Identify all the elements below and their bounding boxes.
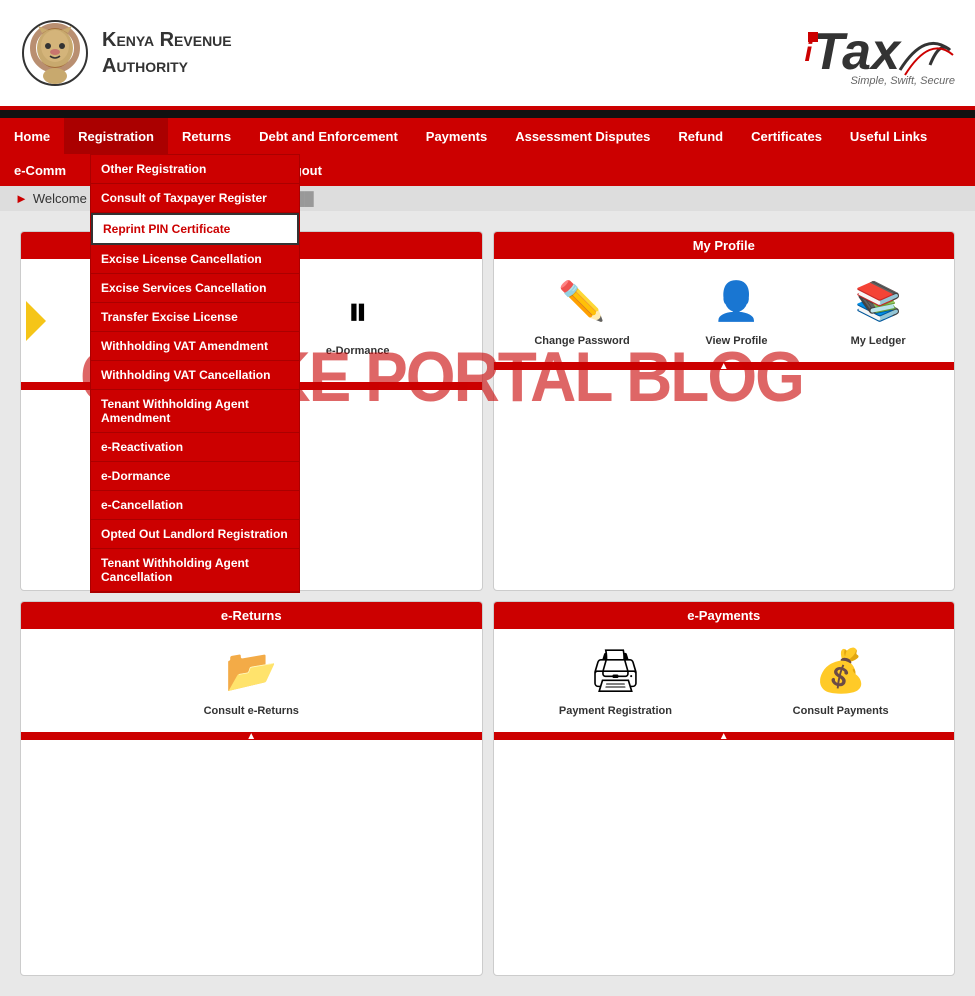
nav-assessment[interactable]: Assessment Disputes (501, 118, 664, 154)
dropdown-excise-license[interactable]: Excise License Cancellation (91, 245, 299, 274)
ereturns-card: e-Returns 📂 Consult e-Returns (20, 601, 483, 976)
nav-debt[interactable]: Debt and Enforcement (245, 118, 412, 154)
change-password-label: Change Password (534, 335, 629, 347)
nav-refund[interactable]: Refund (664, 118, 737, 154)
epayments-footer (494, 732, 955, 740)
dash-consult-payments[interactable]: 💰 Consult Payments (793, 644, 889, 717)
consult-returns-label: Consult e-Returns (204, 705, 299, 717)
dash-consult-returns[interactable]: 📂 Consult e-Returns (204, 644, 299, 717)
dropdown-e-reactivation[interactable]: e-Reactivation (91, 433, 299, 462)
edormance-label: e-Dormance (326, 345, 390, 357)
nav-container: Home Registration Returns Debt and Enfor… (0, 118, 975, 186)
dropdown-withholding-vat-cancel[interactable]: Withholding VAT Cancellation (91, 361, 299, 390)
nav-home[interactable]: Home (0, 118, 64, 154)
ereturns-body: 📂 Consult e-Returns (21, 629, 482, 732)
myprofile-card: My Profile ✏️ Change Password 👤 View Pro… (493, 231, 956, 591)
payment-registration-label: Payment Registration (559, 705, 672, 717)
view-profile-icon: 👤 (709, 274, 764, 329)
dropdown-reprint-pin[interactable]: Reprint PIN Certificate (91, 213, 299, 245)
welcome-label: Welcome (33, 191, 87, 206)
dropdown-other-reg[interactable]: Other Registration (91, 155, 299, 184)
dropdown-tenant-amend[interactable]: Tenant Withholding Agent Amendment (91, 390, 299, 433)
dropdown-tenant-cancel[interactable]: Tenant Withholding Agent Cancellation (91, 549, 299, 592)
epayments-body: 🖨 Payment Registration 💰 Consult Payment… (494, 629, 955, 732)
change-password-icon: ✏️ (555, 274, 610, 329)
nav2-ecomm[interactable]: e-Comm (0, 154, 80, 186)
header-left: Kenya Revenue Authority (20, 18, 232, 88)
myprofile-body: ✏️ Change Password 👤 View Profile 📚 My L… (494, 259, 955, 362)
dashboard-row2: e-Returns 📂 Consult e-Returns e-Payments… (0, 596, 975, 996)
nav-certificates[interactable]: Certificates (737, 118, 836, 154)
dash-edormance[interactable]: ⏸ e-Dormance (323, 284, 393, 357)
dropdown-opted-out[interactable]: Opted Out Landlord Registration (91, 520, 299, 549)
view-profile-label: View Profile (705, 335, 767, 347)
consult-payments-icon: 💰 (813, 644, 868, 699)
black-bar (0, 110, 975, 118)
registration-dropdown: Other Registration Consult of Taxpayer R… (90, 154, 300, 593)
dropdown-withholding-vat[interactable]: Withholding VAT Amendment (91, 332, 299, 361)
dropdown-excise-services[interactable]: Excise Services Cancellation (91, 274, 299, 303)
myprofile-header: My Profile (494, 232, 955, 259)
dropdown-e-dormance[interactable]: e-Dormance (91, 462, 299, 491)
nav-returns[interactable]: Returns (168, 118, 245, 154)
payment-registration-icon: 🖨 (588, 644, 643, 699)
consult-payments-label: Consult Payments (793, 705, 889, 717)
kra-name: Kenya Revenue Authority (102, 27, 232, 79)
dash-payment-registration[interactable]: 🖨 Payment Registration (559, 644, 672, 717)
nav-useful[interactable]: Useful Links (836, 118, 941, 154)
epayments-header: e-Payments (494, 602, 955, 629)
consult-returns-icon: 📂 (224, 644, 279, 699)
dropdown-e-cancellation[interactable]: e-Cancellation (91, 491, 299, 520)
nav-payments[interactable]: Payments (412, 118, 501, 154)
kra-logo-icon (20, 18, 90, 88)
swoosh-icon (895, 20, 955, 80)
welcome-arrow: ► (15, 191, 28, 206)
ereturns-header: e-Returns (21, 602, 482, 629)
header: Kenya Revenue Authority i Tax (0, 0, 975, 110)
my-ledger-icon: 📚 (851, 274, 906, 329)
edormance-icon: ⏸ (330, 284, 385, 339)
my-ledger-label: My Ledger (851, 335, 906, 347)
nav-registration[interactable]: Registration (64, 118, 168, 154)
dash-view-profile[interactable]: 👤 View Profile (701, 274, 771, 347)
main-nav: Home Registration Returns Debt and Enfor… (0, 118, 975, 154)
dropdown-transfer-excise[interactable]: Transfer Excise License (91, 303, 299, 332)
ereturns-footer (21, 732, 482, 740)
page-wrapper: Kenya Revenue Authority i Tax (0, 0, 975, 996)
dropdown-consult-taxpayer[interactable]: Consult of Taxpayer Register (91, 184, 299, 213)
myprofile-footer (494, 362, 955, 370)
itax-logo: i Tax Simple, Swift, Secure (805, 20, 955, 87)
epayments-card: e-Payments 🖨 Payment Registration 💰 Cons… (493, 601, 956, 976)
dash-change-password[interactable]: ✏️ Change Password (534, 274, 629, 347)
dash-my-ledger[interactable]: 📚 My Ledger (843, 274, 913, 347)
